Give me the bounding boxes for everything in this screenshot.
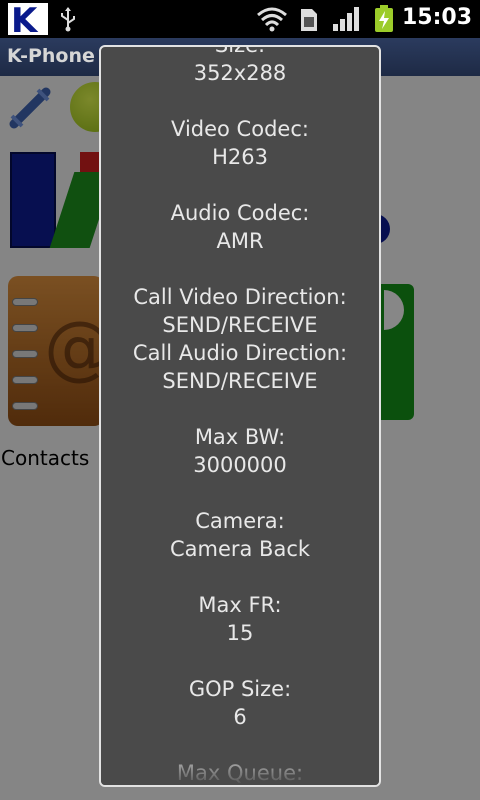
info-line: SEND/RECEIVE — [162, 369, 318, 393]
info-line: Max FR: — [198, 593, 282, 617]
usb-icon — [61, 7, 75, 32]
info-line: Call Audio Direction: — [132, 341, 348, 365]
info-line: H263 — [212, 145, 268, 169]
k-phone-logo-letter: K — [11, 1, 38, 41]
info-line: AMR — [216, 229, 264, 253]
info-line: Camera Back — [169, 537, 311, 561]
info-line: 15 — [226, 621, 254, 645]
info-line: GOP Size: — [188, 677, 292, 701]
signal-icon — [333, 7, 359, 31]
info-line: 3000000 — [193, 453, 287, 477]
info-line: Video Codec: — [171, 117, 309, 141]
k-phone-logo-icon: K — [8, 1, 48, 41]
info-line: SEND/RECEIVE — [162, 313, 318, 337]
sim-icon — [301, 9, 317, 31]
status-bar: K 15:03 — [0, 0, 480, 41]
wifi-icon — [257, 7, 287, 32]
info-line: Max BW: — [194, 425, 286, 449]
call-info-dialog[interactable]: Size: 352x288 Video Codec: H263 Audio Codec:… — [99, 45, 381, 787]
app-title: K-Phone — [7, 45, 95, 67]
info-line: Max Queue: — [176, 761, 304, 785]
info-line: Camera: — [195, 509, 285, 533]
call-info-scroll-list[interactable]: Size: 352x288 Video Codec: H263 Audio Codec:… — [101, 45, 379, 785]
status-clock: 15:03 — [401, 5, 472, 30]
info-line: 6 — [233, 705, 247, 729]
info-line: Size: — [214, 45, 266, 57]
info-line: 352x288 — [193, 61, 287, 85]
info-line: Call Video Direction: — [133, 285, 347, 309]
battery-charging-icon — [375, 5, 393, 32]
info-line: Audio Codec: — [170, 201, 310, 225]
